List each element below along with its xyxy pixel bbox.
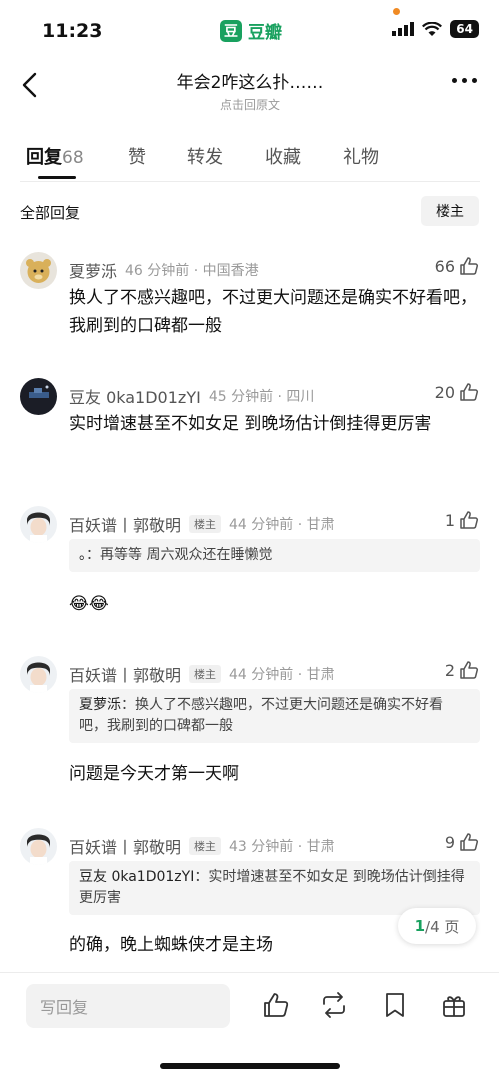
comment-time: 46 分钟前 · 中国香港 — [125, 263, 259, 279]
post-title: 年会2咋这么扑…… — [176, 73, 324, 93]
reply-filter-row: 全部回复 楼主 — [0, 196, 499, 226]
like-button[interactable]: 66 — [435, 256, 479, 276]
tab-replies-label: 回复 — [26, 147, 62, 168]
reply-input[interactable]: 写回复 — [26, 984, 230, 1028]
quoted-reply[interactable]: 夏萝泺：换人了不感兴趣吧，不过更大问题还是确实不好看吧，我刷到的口碑都一般 — [69, 689, 480, 743]
status-app-name: 豆瓣 — [248, 23, 282, 43]
status-bar: 11:23 豆 豆瓣 64 — [0, 0, 499, 60]
comment-meta: 夏萝泺 46 分钟前 · 中国香港 — [69, 258, 259, 282]
quoted-text: ：再等等 周六观众还在睡懒觉 — [86, 547, 273, 563]
bottom-action-bar: 写回复 — [0, 972, 499, 1042]
like-count: 20 — [434, 382, 455, 402]
comment-text: 换人了不感兴趣吧，不过更大问题还是确实不好看吧，我刷到的口碑都一般 — [69, 288, 477, 336]
tab-reposts[interactable]: 转发 — [187, 143, 223, 169]
comment-meta: 百妖谱丨郭敬明 楼主 44 分钟前 · 甘肃 — [69, 512, 335, 536]
comment-text: 问题是今天才第一天啊 — [69, 764, 239, 784]
op-badge: 楼主 — [189, 837, 222, 855]
battery-icon: 64 — [450, 20, 479, 38]
signal-icon — [392, 22, 415, 36]
quoted-author: 豆友 0ka1D01zYI — [79, 869, 195, 885]
home-indicator[interactable] — [160, 1063, 340, 1069]
tab-gifts[interactable]: 礼物 — [343, 143, 379, 169]
avatar[interactable] — [20, 506, 57, 543]
bookmark-icon[interactable] — [381, 991, 409, 1019]
comment-text: 实时增速甚至不如女足 到晚场估计倒挂得更厉害 — [69, 414, 432, 434]
avatar[interactable] — [20, 828, 57, 865]
post-header: 年会2咋这么扑…… 点击回原文 — [0, 60, 499, 116]
quoted-text: ：换人了不感兴趣吧，不过更大问题还是确实不好看吧，我刷到的口碑都一般 — [79, 697, 443, 734]
current-page: 1 — [414, 917, 426, 935]
douban-logo-icon: 豆 — [220, 19, 242, 42]
comment-author[interactable]: 百妖谱丨郭敬明 — [69, 834, 181, 858]
thumbs-up-icon — [460, 661, 479, 679]
comment-meta: 豆友 0ka1D01zYI 45 分钟前 · 四川 — [69, 384, 314, 408]
more-dot-icon — [472, 78, 477, 83]
like-button[interactable]: 1 — [445, 510, 479, 530]
status-app-indicator: 豆 豆瓣 — [220, 18, 282, 43]
wifi-icon — [422, 21, 443, 36]
tab-favorites[interactable]: 收藏 — [265, 143, 301, 169]
thumbs-up-icon — [460, 383, 479, 401]
status-time: 11:23 — [42, 20, 103, 42]
comment-author[interactable]: 豆友 0ka1D01zYI — [69, 384, 201, 408]
quoted-author: 。 — [79, 547, 86, 563]
op-only-button[interactable]: 楼主 — [421, 196, 479, 226]
comment-time: 43 分钟前 · 甘肃 — [229, 839, 335, 855]
privacy-dot-icon — [393, 8, 400, 15]
divider — [20, 181, 480, 182]
like-button[interactable]: 2 — [445, 660, 479, 680]
more-dot-icon — [452, 78, 457, 83]
like-count: 2 — [444, 660, 455, 680]
comment-text: 😂😂 — [69, 589, 484, 619]
comment-author[interactable]: 夏萝泺 — [69, 258, 117, 282]
avatar[interactable] — [20, 378, 57, 415]
back-to-post-link[interactable]: 点击回原文 — [100, 96, 400, 113]
like-count: 1 — [444, 510, 455, 530]
like-count: 9 — [444, 832, 455, 852]
tab-replies[interactable]: 回复68 — [26, 143, 84, 169]
comment-time: 44 分钟前 · 甘肃 — [229, 667, 335, 683]
repost-icon[interactable] — [320, 991, 348, 1019]
thumbs-up-icon[interactable] — [262, 991, 290, 1019]
quoted-reply[interactable]: 豆友 0ka1D01zYI：实时增速甚至不如女足 到晚场估计倒挂得更厉害 — [69, 861, 480, 915]
thumbs-up-icon — [460, 511, 479, 529]
comment-meta: 百妖谱丨郭敬明 楼主 43 分钟前 · 甘肃 — [69, 834, 335, 858]
all-replies-filter[interactable]: 全部回复 — [20, 202, 80, 223]
comment-author[interactable]: 百妖谱丨郭敬明 — [69, 512, 181, 536]
tab-replies-count: 68 — [62, 148, 84, 168]
like-button[interactable]: 20 — [435, 382, 479, 402]
quoted-reply[interactable]: 。：再等等 周六观众还在睡懒觉 — [69, 539, 480, 572]
avatar[interactable] — [20, 656, 57, 693]
status-icons: 64 — [392, 20, 479, 38]
gift-icon[interactable] — [440, 991, 468, 1019]
comment-author[interactable]: 百妖谱丨郭敬明 — [69, 662, 181, 686]
comment-meta: 百妖谱丨郭敬明 楼主 44 分钟前 · 甘肃 — [69, 662, 335, 686]
op-badge: 楼主 — [189, 515, 222, 533]
page-indicator[interactable]: 1/4 页 — [398, 908, 476, 944]
back-button[interactable] — [16, 70, 46, 100]
title-area[interactable]: 年会2咋这么扑…… 点击回原文 — [100, 68, 400, 113]
more-dot-icon — [462, 78, 467, 83]
avatar[interactable] — [20, 252, 57, 289]
op-badge: 楼主 — [189, 665, 222, 683]
thumbs-up-icon — [460, 257, 479, 275]
like-count: 66 — [434, 256, 455, 276]
comment-time: 44 分钟前 · 甘肃 — [229, 517, 335, 533]
emoji-laughing-icon: 😂😂 — [69, 594, 109, 614]
like-button[interactable]: 9 — [445, 832, 479, 852]
quoted-author: 夏萝泺 — [79, 697, 121, 713]
thumbs-up-icon — [460, 833, 479, 851]
tab-likes[interactable]: 赞 — [128, 143, 146, 169]
comment-time: 45 分钟前 · 四川 — [208, 389, 315, 405]
total-pages: /4 页 — [425, 917, 460, 936]
tab-bar: 回复68 赞 转发 收藏 礼物 — [0, 140, 499, 184]
active-tab-indicator — [38, 176, 76, 179]
more-options-button[interactable] — [452, 78, 477, 83]
